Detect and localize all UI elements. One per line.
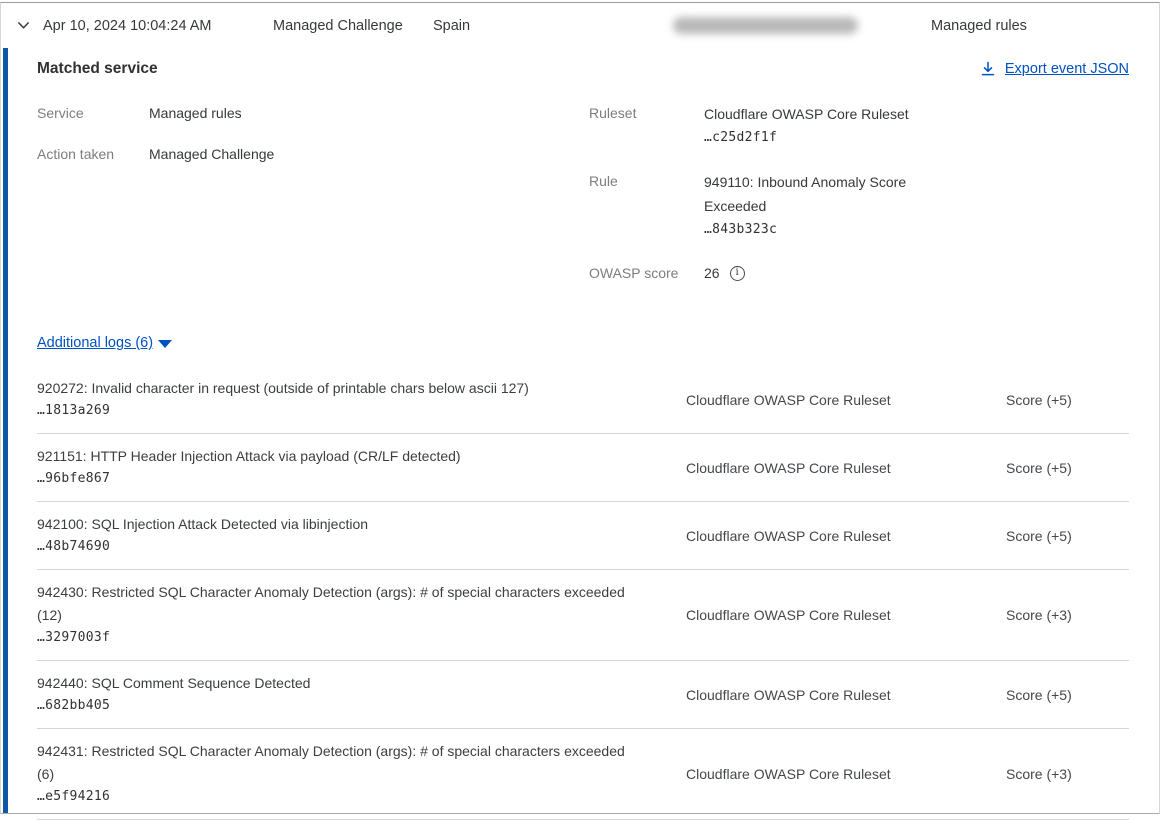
export-event-json-link[interactable]: Export event JSON (980, 61, 1129, 77)
chevron-down-icon[interactable] (15, 18, 31, 34)
ruleset-label: Ruleset (589, 102, 704, 150)
redacted-host-value (673, 17, 858, 34)
ruleset-name: Cloudflare OWASP Core Ruleset (704, 102, 909, 126)
rule-name: 949110: Inbound Anomaly Score Exceeded (704, 170, 954, 218)
event-country: Spain (433, 18, 673, 34)
log-rule-id: …96bfe867 (37, 468, 637, 490)
event-detail-panel: Apr 10, 2024 10:04:24 AM Managed Challen… (0, 2, 1160, 814)
log-row: 942100: SQL Injection Attack Detected vi… (37, 502, 1129, 570)
log-row: 942430: Restricted SQL Character Anomaly… (37, 570, 1129, 661)
event-service: Managed rules (931, 18, 1027, 34)
log-score: Score (+5) (987, 460, 1129, 476)
log-ruleset-name: Cloudflare OWASP Core Ruleset (667, 687, 987, 703)
ruleset-id: …c25d2f1f (704, 126, 909, 150)
log-description: 942100: SQL Injection Attack Detected vi… (37, 513, 637, 536)
service-label: Service (37, 102, 149, 124)
log-score: Score (+5) (987, 528, 1129, 544)
log-row: 920272: Invalid character in request (ou… (37, 366, 1129, 434)
owasp-score-label: OWASP score (589, 262, 704, 284)
log-description: 920272: Invalid character in request (ou… (37, 377, 637, 400)
owasp-score-field: OWASP score 26 i (589, 262, 1129, 284)
log-score: Score (+5) (987, 392, 1129, 408)
event-summary-row[interactable]: Apr 10, 2024 10:04:24 AM Managed Challen… (1, 3, 1159, 48)
log-rule-id: …1813a269 (37, 400, 637, 422)
log-ruleset-name: Cloudflare OWASP Core Ruleset (667, 766, 987, 782)
log-rule-id: …e5f94216 (37, 786, 637, 808)
log-rule-id: …682bb405 (37, 695, 637, 717)
log-ruleset-name: Cloudflare OWASP Core Ruleset (667, 460, 987, 476)
download-icon (980, 61, 996, 77)
log-row: 942431: Restricted SQL Character Anomaly… (37, 729, 1129, 820)
log-score: Score (+5) (987, 687, 1129, 703)
additional-logs-table: 920272: Invalid character in request (ou… (37, 366, 1129, 820)
ruleset-field: Ruleset Cloudflare OWASP Core Ruleset …c… (589, 102, 1129, 150)
log-ruleset-name: Cloudflare OWASP Core Ruleset (667, 528, 987, 544)
rule-field: Rule 949110: Inbound Anomaly Score Excee… (589, 170, 1129, 242)
log-rule-id: …3297003f (37, 627, 637, 649)
triangle-down-icon (158, 340, 172, 348)
owasp-score-value: 26 (704, 262, 720, 284)
action-taken-field: Action taken Managed Challenge (37, 143, 589, 165)
additional-logs-label: Additional logs (6) (37, 335, 153, 351)
log-row: 921151: HTTP Header Injection Attack via… (37, 434, 1129, 502)
matched-service-right-fields: Ruleset Cloudflare OWASP Core Ruleset …c… (589, 102, 1129, 303)
matched-service-left-fields: Service Managed rules Action taken Manag… (37, 102, 589, 303)
service-value: Managed rules (149, 102, 242, 124)
log-description: 921151: HTTP Header Injection Attack via… (37, 445, 637, 468)
event-detail-body: Matched service Export event JSON Servic… (1, 60, 1159, 820)
export-link-label: Export event JSON (1005, 61, 1129, 77)
log-description: 942440: SQL Comment Sequence Detected (37, 672, 637, 695)
action-taken-value: Managed Challenge (149, 143, 274, 165)
event-timestamp: Apr 10, 2024 10:04:24 AM (43, 18, 273, 34)
rule-label: Rule (589, 170, 704, 242)
log-rule-id: …48b74690 (37, 536, 637, 558)
log-ruleset-name: Cloudflare OWASP Core Ruleset (667, 607, 987, 623)
log-description: 942431: Restricted SQL Character Anomaly… (37, 740, 637, 786)
matched-service-title: Matched service (37, 60, 158, 78)
additional-logs-toggle[interactable]: Additional logs (6) (37, 335, 172, 351)
service-field: Service Managed rules (37, 102, 589, 124)
log-score: Score (+3) (987, 766, 1129, 782)
log-row: 942440: SQL Comment Sequence Detected …6… (37, 661, 1129, 729)
action-taken-label: Action taken (37, 143, 149, 165)
log-ruleset-name: Cloudflare OWASP Core Ruleset (667, 392, 987, 408)
log-score: Score (+3) (987, 607, 1129, 623)
log-description: 942430: Restricted SQL Character Anomaly… (37, 581, 637, 627)
rule-id: …843b323c (704, 218, 954, 242)
info-icon[interactable]: i (730, 266, 745, 281)
event-action: Managed Challenge (273, 18, 433, 34)
selected-row-accent-bar (3, 48, 8, 813)
